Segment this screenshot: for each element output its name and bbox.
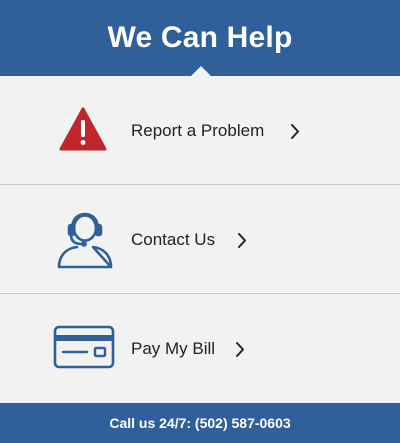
- pay-bill-label: Pay My Bill: [131, 339, 216, 358]
- report-problem-item[interactable]: Report a Problem: [0, 76, 400, 184]
- header-bar: We Can Help: [0, 0, 400, 77]
- footer-bar: Call us 24/7: (502) 587-0603: [0, 403, 400, 443]
- warning-icon: [59, 107, 107, 151]
- credit-card-icon: [53, 325, 115, 369]
- contact-us-label: Contact Us: [131, 230, 216, 249]
- headset-agent-icon: [57, 212, 113, 269]
- contact-us-item[interactable]: Contact Us: [0, 185, 400, 293]
- call-us-link[interactable]: Call us 24/7: (502) 587-0603: [0, 413, 400, 433]
- chevron-right-icon: [238, 233, 246, 248]
- page-title: We Can Help: [107, 21, 293, 54]
- help-menu: Report a Problem Contact Us Pay My Bill: [0, 76, 400, 403]
- chevron-right-icon: [291, 124, 299, 139]
- chevron-right-icon: [236, 342, 244, 357]
- report-problem-label: Report a Problem: [131, 121, 265, 140]
- pay-bill-item[interactable]: Pay My Bill: [0, 294, 400, 402]
